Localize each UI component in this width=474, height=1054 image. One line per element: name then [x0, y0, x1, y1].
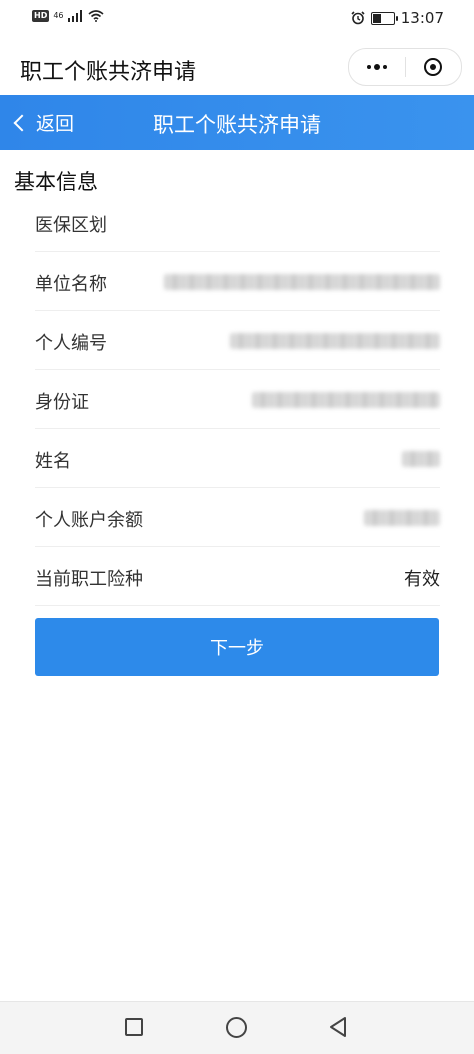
status-right: 13:07: [351, 9, 444, 27]
back-triangle-icon[interactable]: [328, 1016, 350, 1038]
page-title: 职工个账共济申请: [153, 113, 321, 137]
status-time: 13:07: [400, 9, 444, 27]
hd-badge: HD: [32, 10, 50, 22]
field-row-region: 医保区划: [35, 193, 440, 252]
mini-program-header: 职工个账共济申请: [0, 40, 474, 95]
field-label: 姓名: [35, 451, 71, 472]
status-bar: HD 46 13:07: [0, 0, 474, 40]
field-label: 医保区划: [35, 215, 107, 236]
field-label: 个人编号: [35, 333, 107, 354]
redacted-value: [364, 510, 440, 526]
field-row-employer: 单位名称: [35, 252, 440, 311]
signal-icon: [67, 10, 82, 22]
field-row-name: 姓名: [35, 429, 440, 488]
network-type: 46: [53, 11, 64, 20]
field-label: 个人账户余额: [35, 510, 143, 531]
field-value: 有效: [404, 569, 440, 590]
field-row-id-card: 身份证: [35, 370, 440, 429]
field-label: 单位名称: [35, 274, 107, 295]
target-icon: [424, 58, 443, 76]
field-label: 身份证: [35, 392, 89, 413]
close-mini-program-button[interactable]: [406, 49, 462, 85]
battery-icon: [370, 11, 398, 25]
alarm-icon: [351, 11, 365, 25]
system-nav-bar: [0, 1001, 474, 1054]
home-icon[interactable]: [226, 1017, 247, 1038]
wifi-icon: [88, 10, 104, 22]
field-row-insurance-type: 当前职工险种 有效: [35, 547, 440, 606]
more-dots-icon: [366, 64, 387, 70]
redacted-value: [230, 333, 440, 349]
status-left: HD 46: [32, 10, 104, 22]
field-row-account-balance: 个人账户余额: [35, 488, 440, 547]
capsule-menu: [348, 48, 462, 86]
section-title: 基本信息: [14, 170, 98, 194]
redacted-value: [252, 392, 440, 408]
field-label: 当前职工险种: [35, 569, 143, 590]
mini-program-title: 职工个账共济申请: [20, 60, 197, 85]
recent-apps-icon[interactable]: [125, 1018, 143, 1036]
redacted-value: [402, 451, 440, 467]
field-row-personal-id: 个人编号: [35, 311, 440, 370]
redacted-value: [164, 274, 440, 290]
more-button[interactable]: [349, 49, 405, 85]
info-list: 医保区划 单位名称 个人编号 身份证 姓名 个人账户余额 当前职工险种 有效: [35, 193, 440, 606]
nav-bar: 返回 职工个账共济申请: [0, 95, 474, 150]
next-step-button[interactable]: 下一步: [35, 618, 439, 676]
